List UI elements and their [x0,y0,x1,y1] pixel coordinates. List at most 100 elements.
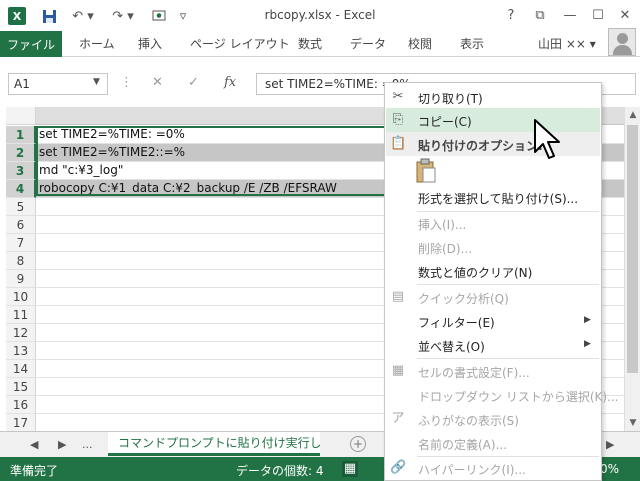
scissors-icon: ✂ [392,89,404,104]
context-menu: ✂ 切り取り(T) ⎘ コピー(C) 📋 貼り付けのオプション: 形式を選択して… [384,82,619,481]
tab-page-layout[interactable]: ページ レイアウト [190,35,290,52]
row-number[interactable]: 3 [6,162,36,180]
status-count: データの個数: 4 [236,464,324,478]
vertical-scrollbar[interactable]: ▲ ▼ [624,107,640,431]
select-all-corner[interactable] [6,107,36,125]
row-number[interactable]: 6 [6,216,36,234]
undo-icon[interactable]: ↶ ▾ [70,7,96,25]
ribbon-display-options-icon[interactable]: ⧉ [527,4,553,26]
menu-item-insert[interactable]: 挿入(I)... [386,211,600,235]
row-number[interactable]: 10 [6,288,36,306]
save-icon[interactable] [40,7,58,25]
menu-item-sort[interactable]: 並べ替え(O) ▶ [386,333,600,357]
prev-sheet-icon[interactable]: ◀ [30,438,38,451]
account-name[interactable]: 山田 ×× ▾ [538,35,596,52]
row-number[interactable]: 1 [6,126,36,144]
normal-view-icon[interactable]: ▦ [342,461,358,477]
more-sheets-button[interactable]: ... [82,438,93,451]
menu-item-format-cells[interactable]: ▦ セルの書式設定(F)... [386,359,600,383]
row-number[interactable]: 16 [6,396,36,414]
zoom-level[interactable]: 0% [600,462,619,476]
title-bar: X ↶ ▾ ↷ ▾ ▿ rbcopy.xlsx - Excel ? ⧉ — ☐ … [0,0,640,31]
chevron-down-icon[interactable]: ▼ [93,77,100,87]
mouse-pointer-icon [532,118,562,162]
scroll-right-icon[interactable]: ▶ [606,438,614,451]
tab-review[interactable]: 校閲 [408,35,432,52]
clipboard-icon: 📋 [390,136,407,151]
tab-view[interactable]: 表示 [460,35,484,52]
menu-item-dropdown-list[interactable]: ドロップダウン リストから選択(K)... [386,383,619,407]
menu-label: 切り取り(T) [418,92,483,106]
row-number[interactable]: 7 [6,234,36,252]
enter-icon[interactable]: ✓ [188,75,199,90]
menu-item-quick-analysis[interactable]: ▤ クイック分析(Q) [386,285,600,309]
menu-item-delete[interactable]: 削除(D)... [386,235,600,259]
avatar[interactable] [608,28,636,56]
menu-label: ハイパーリンク(I)... [418,463,526,477]
format-cells-icon: ▦ [391,363,405,378]
more-icon: ⋮ [120,75,133,90]
add-sheet-icon[interactable]: + [350,436,366,452]
tab-file[interactable]: ファイル [0,31,62,57]
menu-item-filter[interactable]: フィルター(E) ▶ [386,309,600,333]
menu-item-clear[interactable]: 数式と値のクリア(N) [386,259,600,283]
row-number[interactable]: 2 [6,144,36,162]
help-button[interactable]: ? [498,4,524,26]
menu-item-cut[interactable]: ✂ 切り取り(T) [386,85,600,109]
status-ready: 準備完了 [10,464,59,478]
menu-label: 削除(D)... [418,242,473,256]
menu-label: セルの書式設定(F)... [418,366,530,380]
menu-item-paste-special[interactable]: 形式を選択して貼り付け(S)... [386,185,600,209]
menu-label: 貼り付けのオプション: [418,139,543,153]
row-number[interactable]: 14 [6,360,36,378]
hyperlink-icon: 🔗 [390,460,407,475]
sheet-tab-active[interactable]: コマンドプロンプトに貼り付け実行してください [108,432,320,456]
paste-clipboard-icon[interactable] [415,158,437,184]
row-number[interactable]: 12 [6,324,36,342]
tab-insert[interactable]: 挿入 [138,35,162,52]
menu-label: 挿入(I)... [418,218,467,232]
menu-item-phonetic[interactable]: ア ふりがなの表示(S) [386,407,600,431]
customize-toolbar-icon[interactable]: ▿ [174,7,192,25]
scroll-up-icon[interactable]: ▲ [625,107,640,123]
menu-item-hyperlink[interactable]: 🔗 ハイパーリンク(I)... [386,456,600,480]
submenu-arrow-icon: ▶ [584,339,591,349]
close-button[interactable]: ✕ [612,4,638,26]
row-number[interactable]: 4 [6,180,36,198]
minimize-button[interactable]: — [557,4,583,26]
row-number[interactable]: 11 [6,306,36,324]
copy-icon: ⎘ [392,112,404,127]
menu-label: 形式を選択して貼り付け(S)... [418,192,579,206]
redo-icon[interactable]: ↷ ▾ [110,7,136,25]
row-number[interactable]: 8 [6,252,36,270]
menu-label: 名前の定義(A)... [418,438,508,452]
menu-item-copy[interactable]: ⎘ コピー(C) [386,108,600,132]
tab-data[interactable]: データ [350,35,386,52]
paste-options-header: 📋 貼り付けのオプション: [386,132,600,156]
ribbon-tabs: ファイル ホーム 挿入 ページ レイアウト 数式 データ 校閲 表示 山田 ××… [0,31,640,57]
insert-function-icon[interactable]: fx [224,75,236,90]
excel-logo-icon[interactable]: X [8,7,26,25]
phonetic-icon: ア [391,411,405,426]
row-number[interactable]: 9 [6,270,36,288]
row-number[interactable]: 15 [6,378,36,396]
row-number[interactable]: 5 [6,198,36,216]
row-number[interactable]: 13 [6,342,36,360]
menu-label: コピー(C) [418,115,472,129]
menu-label: ドロップダウン リストから選択(K)... [418,390,619,404]
cancel-icon[interactable]: ✕ [152,75,163,90]
next-sheet-icon[interactable]: ▶ [58,438,66,451]
menu-label: ふりがなの表示(S) [418,414,519,428]
touch-mode-icon[interactable] [150,7,168,25]
submenu-arrow-icon: ▶ [584,315,591,325]
scroll-thumb[interactable] [627,125,638,373]
menu-label: 並べ替え(O) [418,340,485,354]
menu-label: フィルター(E) [418,316,495,330]
menu-item-define-name[interactable]: 名前の定義(A)... [386,431,600,455]
tab-formulas[interactable]: 数式 [298,35,322,52]
row-number[interactable]: 17 [6,414,36,431]
tab-home[interactable]: ホーム [79,35,115,52]
menu-label: クイック分析(Q) [418,292,509,306]
maximize-button[interactable]: ☐ [585,4,611,26]
scroll-down-icon[interactable]: ▼ [625,415,640,431]
